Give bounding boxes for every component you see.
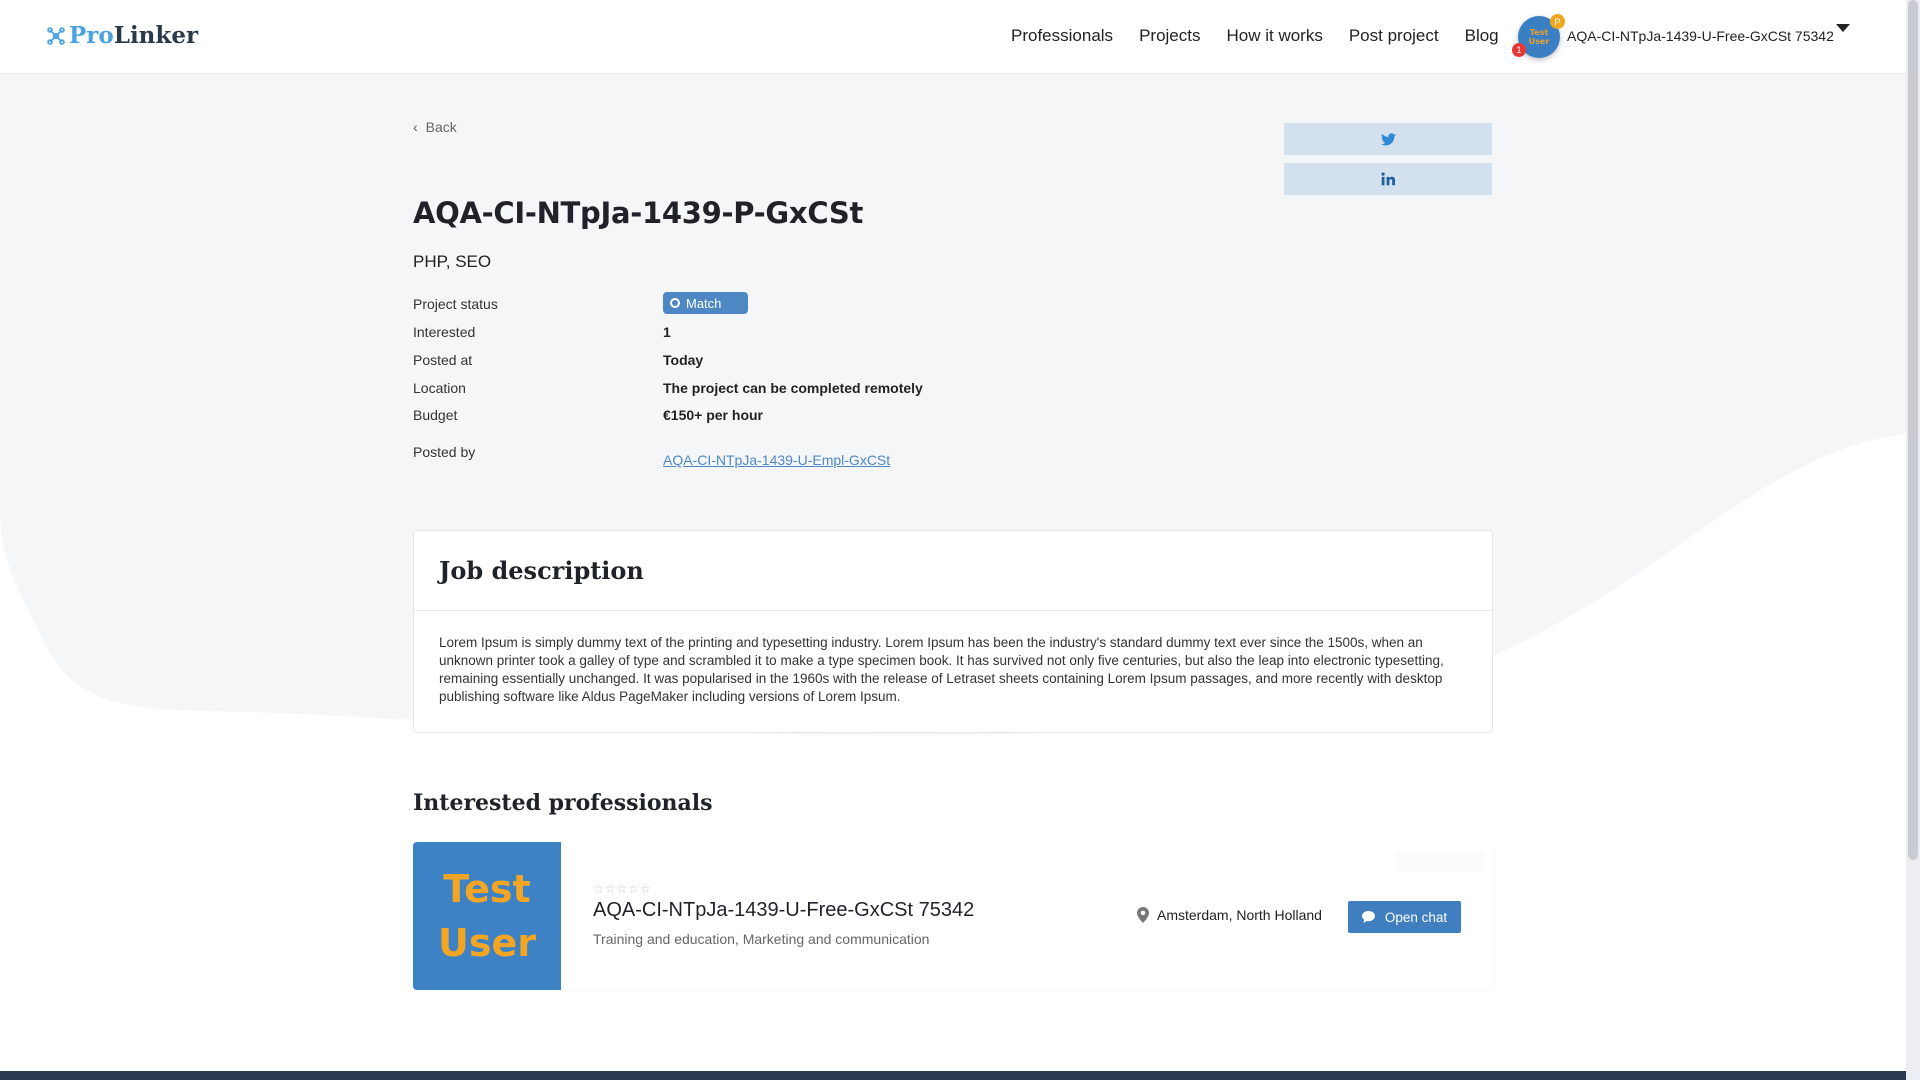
user-avatar-wrap[interactable]: Test User 1 P: [1512, 14, 1565, 58]
twitter-icon: [1380, 132, 1396, 145]
job-description-title: Job description: [439, 556, 644, 585]
status-badge: Match: [663, 292, 748, 314]
professional-tag: [1396, 852, 1484, 872]
professional-avatar[interactable]: Test User: [413, 842, 561, 990]
interested-professionals-title: Interested professionals: [413, 790, 713, 816]
detail-value-interested: 1: [663, 324, 671, 340]
status-ring-icon: [670, 298, 680, 308]
chat-bubble-icon: [1361, 911, 1375, 923]
job-description-header: Job description: [414, 531, 1492, 611]
back-link[interactable]: ‹ Back: [413, 119, 457, 135]
map-pin-icon: [1137, 907, 1149, 923]
rating-stars: ☆☆☆☆☆: [593, 882, 652, 896]
open-chat-button[interactable]: Open chat: [1348, 901, 1461, 933]
detail-label-budget: Budget: [413, 407, 458, 423]
detail-label-posted-by: Posted by: [413, 444, 476, 460]
status-text: Match: [686, 295, 722, 311]
nav-how-it-works[interactable]: How it works: [1226, 26, 1322, 46]
posted-by-link[interactable]: AQA-CI-NTpJa-1439-U-Empl-GxCSt: [663, 452, 890, 468]
main-nav: Professionals Projects How it works Post…: [1011, 26, 1525, 46]
back-label: Back: [425, 119, 457, 135]
project-skills: PHP, SEO: [413, 252, 492, 271]
professional-location: Amsterdam, North Holland: [1137, 907, 1322, 923]
user-name[interactable]: AQA-CI-NTpJa-1439-U-Free-GxCSt 75342: [1567, 28, 1834, 44]
avatar-text-line2: User: [1528, 37, 1550, 46]
professional-avatar-line2: User: [438, 921, 536, 965]
professional-avatar-line1: Test: [443, 867, 531, 911]
prolinker-logo[interactable]: Pro Linker: [46, 22, 198, 49]
premium-badge: P: [1550, 14, 1565, 29]
detail-label-location: Location: [413, 380, 466, 396]
detail-value-budget: €150+ per hour: [663, 407, 763, 423]
professional-card[interactable]: Test User ☆☆☆☆☆ AQA-CI-NTpJa-1439-U-Free…: [413, 842, 1493, 990]
logo-text-linker: Linker: [113, 22, 199, 49]
job-description-text: Lorem Ipsum is simply dummy text of the …: [439, 635, 1444, 704]
nav-post-project[interactable]: Post project: [1349, 26, 1439, 46]
user-menu-dropdown-icon[interactable]: [1836, 24, 1850, 32]
detail-value-posted-at: Today: [663, 352, 704, 368]
share-linkedin-button[interactable]: [1284, 163, 1492, 195]
detail-value-location: The project can be completed remotely: [663, 380, 923, 396]
detail-label-status: Project status: [413, 296, 498, 312]
scrollbar-thumb[interactable]: [1908, 0, 1918, 860]
professional-name[interactable]: AQA-CI-NTpJa-1439-U-Free-GxCSt 75342: [593, 899, 974, 922]
detail-label-interested: Interested: [413, 324, 476, 340]
project-title: AQA-CI-NTpJa-1439-P-GxCSt: [413, 196, 864, 230]
avatar-text-line1: Test: [1529, 28, 1549, 37]
chevron-left-icon: ‹: [413, 119, 418, 135]
logo-network-icon: [47, 26, 65, 45]
share-twitter-button[interactable]: [1284, 123, 1492, 155]
professional-categories: Training and education, Marketing and co…: [593, 931, 930, 947]
open-chat-label: Open chat: [1384, 909, 1448, 925]
page-scrollbar[interactable]: [1906, 0, 1920, 1080]
top-header: Pro Linker Professionals Projects How it …: [0, 0, 1906, 74]
detail-label-posted-at: Posted at: [413, 352, 473, 368]
job-description-card: Job description Lorem Ipsum is simply du…: [413, 530, 1493, 733]
nav-projects[interactable]: Projects: [1139, 26, 1200, 46]
nav-professionals[interactable]: Professionals: [1011, 26, 1113, 46]
logo-text-pro: Pro: [69, 22, 114, 49]
footer-strip: [0, 1071, 1906, 1080]
nav-blog[interactable]: Blog: [1465, 26, 1499, 46]
notification-badge: 1: [1512, 43, 1526, 57]
professional-location-text: Amsterdam, North Holland: [1157, 907, 1322, 923]
linkedin-icon: [1381, 172, 1395, 186]
